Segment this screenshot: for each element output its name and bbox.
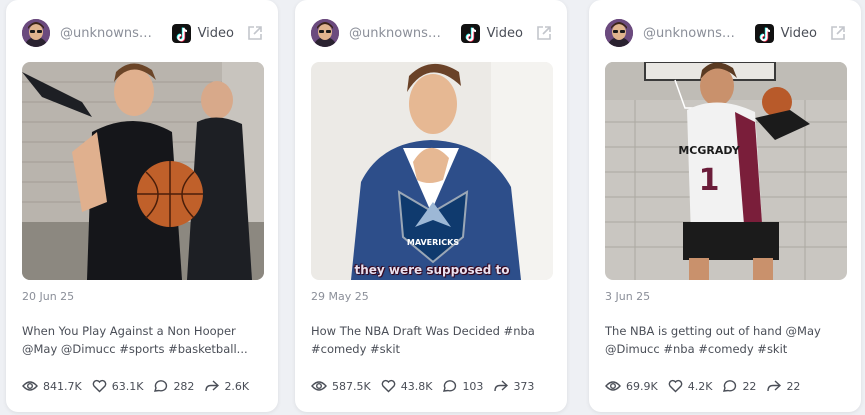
- views-stat: 69.9K: [605, 379, 658, 393]
- external-link-icon[interactable]: [246, 24, 264, 42]
- card-header: @unknownsm... Video: [22, 16, 264, 50]
- likes-count: 43.8K: [400, 379, 433, 393]
- video-card[interactable]: @unknownsm... Video MAVERICKS they were …: [295, 0, 567, 412]
- svg-text:MCGRADY: MCGRADY: [678, 144, 740, 157]
- tiktok-icon: [754, 23, 774, 43]
- svg-text:MAVERICKS: MAVERICKS: [407, 238, 459, 247]
- comments-count: 103: [462, 379, 484, 393]
- likes-count: 63.1K: [111, 379, 144, 393]
- platform-label: Video: [197, 25, 234, 41]
- views-count: 69.9K: [626, 379, 658, 393]
- shares-count: 2.6K: [224, 379, 250, 393]
- heart-icon: [668, 379, 683, 393]
- likes-stat: 4.2K: [668, 379, 713, 393]
- eye-icon: [311, 381, 327, 391]
- platform-badge: Video: [460, 23, 523, 43]
- eye-icon: [605, 381, 621, 391]
- shares-count: 22: [786, 379, 801, 393]
- avatar[interactable]: [311, 19, 339, 47]
- post-description: How The NBA Draft Was Decided #nba #come…: [311, 324, 535, 356]
- shares-stat: 373: [493, 379, 534, 393]
- shares-stat: 22: [766, 379, 800, 393]
- platform-badge: Video: [171, 23, 234, 43]
- likes-stat: 43.8K: [381, 379, 433, 393]
- shares-count: 373: [513, 379, 535, 393]
- card-header: @unknownsm... Video: [311, 16, 553, 50]
- tiktok-icon: [171, 23, 191, 43]
- creator-handle[interactable]: @unknownsm...: [643, 26, 743, 41]
- eye-icon: [22, 381, 38, 391]
- video-thumbnail[interactable]: MCGRADY 1: [605, 62, 847, 280]
- comment-icon: [723, 380, 737, 392]
- post-date: 20 Jun 25: [22, 290, 75, 303]
- platform-label: Video: [486, 25, 523, 41]
- views-stat: 587.5K: [311, 379, 371, 393]
- video-caption-overlay: they were supposed to: [354, 263, 510, 277]
- post-date: 29 May 25: [311, 290, 369, 303]
- post-description: The NBA is getting out of hand @May @Dim…: [605, 324, 821, 356]
- views-count: 841.7K: [43, 379, 82, 393]
- engagement-stats: 841.7K 63.1K 282 2.6K: [22, 378, 268, 394]
- post-date: 3 Jun 25: [605, 290, 651, 303]
- share-icon: [494, 380, 509, 392]
- video-card[interactable]: @unknownsm... Video 20 Jun 25 When You P…: [6, 0, 278, 412]
- heart-icon: [92, 379, 107, 393]
- engagement-stats: 587.5K 43.8K 103 373: [311, 378, 557, 394]
- comments-count: 22: [742, 379, 757, 393]
- comment-icon: [443, 380, 457, 392]
- platform-label: Video: [780, 25, 817, 41]
- share-icon: [767, 380, 782, 392]
- shares-stat: 2.6K: [204, 379, 249, 393]
- likes-stat: 63.1K: [92, 379, 144, 393]
- creator-handle[interactable]: @unknownsm...: [349, 26, 449, 41]
- comments-stat: 22: [722, 379, 756, 393]
- external-link-icon[interactable]: [829, 24, 847, 42]
- tiktok-icon: [460, 23, 480, 43]
- views-stat: 841.7K: [22, 379, 82, 393]
- likes-count: 4.2K: [687, 379, 713, 393]
- avatar[interactable]: [605, 19, 633, 47]
- comments-count: 282: [173, 379, 195, 393]
- svg-text:1: 1: [699, 163, 720, 198]
- views-count: 587.5K: [332, 379, 371, 393]
- share-icon: [205, 380, 220, 392]
- comments-stat: 103: [442, 379, 483, 393]
- video-thumbnail[interactable]: [22, 62, 264, 280]
- creator-handle[interactable]: @unknownsm...: [60, 26, 160, 41]
- heart-icon: [381, 379, 396, 393]
- video-card[interactable]: @unknownsm... Video MCGRADY 1 3 Jun 25 T…: [589, 0, 861, 412]
- video-thumbnail[interactable]: MAVERICKS they were supposed to: [311, 62, 553, 280]
- external-link-icon[interactable]: [535, 24, 553, 42]
- comments-stat: 282: [153, 379, 194, 393]
- engagement-stats: 69.9K 4.2K 22 22: [605, 378, 851, 394]
- card-header: @unknownsm... Video: [605, 16, 847, 50]
- platform-badge: Video: [754, 23, 817, 43]
- avatar[interactable]: [22, 19, 50, 47]
- post-description: When You Play Against a Non Hooper @May …: [22, 324, 248, 356]
- comment-icon: [154, 380, 168, 392]
